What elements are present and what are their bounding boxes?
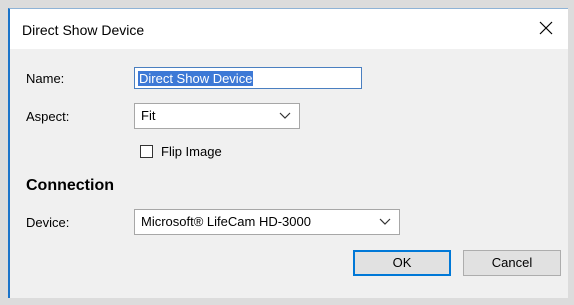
aspect-value: Fit bbox=[141, 108, 156, 123]
chevron-down-icon bbox=[279, 112, 291, 119]
device-value: Microsoft® LifeCam HD-3000 bbox=[141, 214, 311, 229]
device-label: Device: bbox=[26, 215, 70, 230]
close-icon bbox=[539, 21, 553, 35]
chevron-down-icon bbox=[379, 218, 391, 225]
aspect-label: Aspect: bbox=[26, 109, 70, 124]
window-title: Direct Show Device bbox=[22, 22, 145, 38]
device-select[interactable]: Microsoft® LifeCam HD-3000 bbox=[134, 209, 400, 235]
connection-heading: Connection bbox=[26, 177, 114, 194]
cancel-button[interactable]: Cancel bbox=[463, 250, 561, 276]
name-value: Direct Show Device bbox=[138, 71, 254, 86]
flip-image-checkbox[interactable] bbox=[140, 145, 153, 158]
flip-image-label[interactable]: Flip Image bbox=[161, 144, 222, 159]
name-label: Name: bbox=[26, 71, 65, 86]
aspect-select[interactable]: Fit bbox=[134, 103, 300, 129]
name-field[interactable]: Direct Show Device bbox=[134, 67, 362, 89]
title-bar: Direct Show Device bbox=[10, 9, 568, 49]
dialog-window: Direct Show Device Name: Direct Show Dev… bbox=[8, 8, 568, 298]
ok-button[interactable]: OK bbox=[353, 250, 451, 276]
close-button[interactable] bbox=[528, 13, 564, 43]
